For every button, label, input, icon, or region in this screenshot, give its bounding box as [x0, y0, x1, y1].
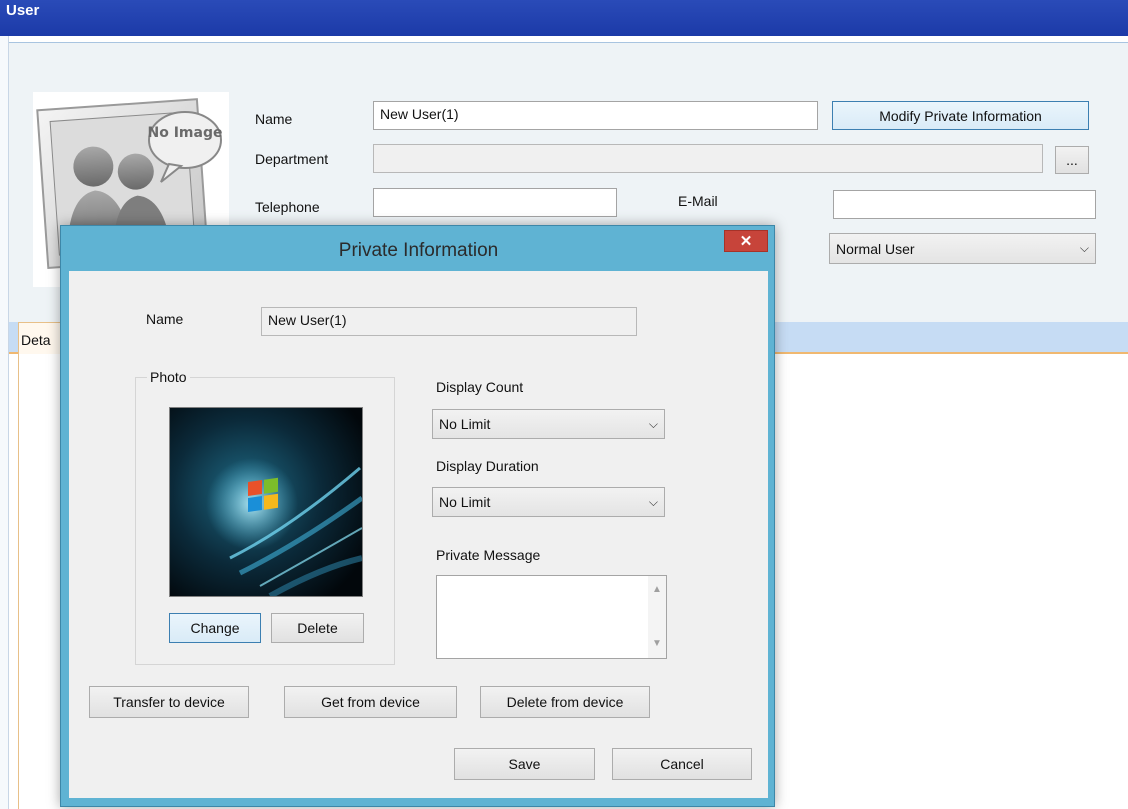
department-field[interactable]: [373, 144, 1043, 173]
display-count-label: Display Count: [436, 379, 524, 395]
name-field[interactable]: New User(1): [373, 101, 818, 130]
window-titlebar: [0, 0, 1128, 36]
left-border: [0, 36, 9, 809]
chevron-down-icon: ⌵: [648, 416, 658, 431]
photo-group-label: Photo: [147, 369, 190, 385]
get-from-device-button[interactable]: Get from device: [284, 686, 457, 718]
email-label: E-Mail: [678, 193, 718, 209]
user-photo: [169, 407, 363, 597]
private-message-label: Private Message: [436, 547, 541, 563]
transfer-to-device-button[interactable]: Transfer to device: [89, 686, 249, 718]
department-browse-button[interactable]: ...: [1055, 146, 1089, 174]
save-button[interactable]: Save: [454, 748, 595, 780]
dialog-name-field[interactable]: New User(1): [261, 307, 637, 336]
dialog-body: Name New User(1) Photo Change Delete Dis…: [69, 271, 768, 798]
display-count-dropdown[interactable]: No Limit ⌵: [432, 409, 665, 439]
display-duration-value: No Limit: [439, 494, 491, 510]
telephone-label: Telephone: [255, 199, 320, 215]
cancel-button[interactable]: Cancel: [612, 748, 752, 780]
close-icon[interactable]: ✕: [724, 230, 768, 252]
user-type-value: Normal User: [836, 240, 915, 257]
modify-private-information-button[interactable]: Modify Private Information: [832, 101, 1089, 130]
change-photo-button[interactable]: Change: [169, 613, 261, 643]
no-image-text: No Image: [148, 125, 223, 141]
chevron-down-icon: ⌵: [648, 494, 658, 509]
display-duration-label: Display Duration: [436, 458, 539, 474]
display-duration-dropdown[interactable]: No Limit ⌵: [432, 487, 665, 517]
department-label: Department: [255, 151, 329, 167]
display-count-value: No Limit: [439, 416, 491, 432]
tab-detail-label: Deta: [21, 332, 51, 348]
telephone-field[interactable]: [373, 188, 617, 217]
scroll-down-icon[interactable]: ▼: [652, 638, 662, 649]
name-label: Name: [255, 111, 293, 127]
dialog-name-label: Name: [146, 311, 184, 327]
window-title: User: [6, 2, 40, 19]
user-type-dropdown[interactable]: Normal User ⌵: [829, 233, 1096, 264]
delete-photo-button[interactable]: Delete: [271, 613, 364, 643]
delete-from-device-button[interactable]: Delete from device: [480, 686, 650, 718]
chevron-down-icon: ⌵: [1079, 241, 1089, 255]
dialog-title: Private Information: [338, 240, 499, 261]
scroll-up-icon[interactable]: ▲: [652, 584, 662, 595]
private-information-dialog: Private Information ✕ Name New User(1) P…: [60, 225, 775, 807]
private-message-textarea[interactable]: ▲ ▼: [436, 575, 667, 659]
email-field[interactable]: [833, 190, 1096, 219]
private-message-scrollbar[interactable]: ▲ ▼: [648, 576, 666, 658]
